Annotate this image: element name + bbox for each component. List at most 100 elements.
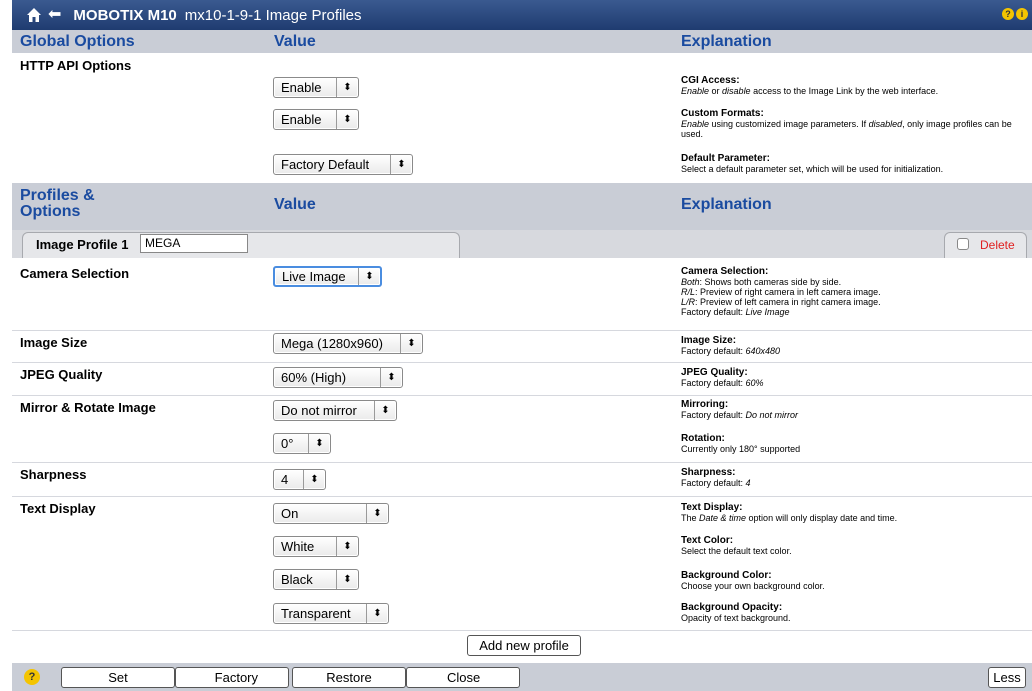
default-parameter-select[interactable]: Factory Default ⬍ [273, 154, 413, 175]
row-divider [12, 630, 1032, 631]
http-api-options-label: HTTP API Options [20, 58, 132, 73]
default-parameter-value: Factory Default [281, 157, 370, 172]
left-margin [0, 0, 12, 691]
camera-both-desc: : Shows both cameras side by side. [699, 277, 842, 287]
image-size-select[interactable]: Mega (1280x960) ⬍ [273, 333, 423, 354]
default-parameter-desc: Select a default parameter set, which wi… [681, 164, 944, 174]
image-size-value: Mega (1280x960) [281, 336, 383, 351]
cgi-access-desc: access to the Image Link by the web inte… [750, 86, 939, 96]
text-color-value: White [281, 539, 315, 554]
cgi-access-select[interactable]: Enable ⬍ [273, 77, 359, 98]
explanation-heading: Explanation [681, 33, 772, 50]
background-color-select[interactable]: Black ⬍ [273, 569, 359, 590]
custom-formats-select[interactable]: Enable ⬍ [273, 109, 359, 130]
help-icon[interactable]: ? [1002, 8, 1014, 20]
custom-formats-enable: Enable [681, 119, 710, 129]
mirroring-default-label: Factory default: [681, 410, 746, 420]
set-button[interactable]: Set [61, 667, 175, 688]
mirror-value: Do not mirror [281, 403, 357, 418]
home-icon[interactable] [26, 7, 42, 23]
background-color-value: Black [281, 572, 313, 587]
profile-tab-label: Image Profile 1 [36, 237, 129, 252]
row-divider [12, 362, 1032, 363]
mirroring-default-value: Do not mirror [745, 410, 799, 420]
updown-arrow-icon: ⬍ [390, 155, 412, 174]
restore-button[interactable]: Restore [292, 667, 406, 688]
updown-arrow-icon: ⬍ [366, 504, 388, 523]
background-opacity-explanation: Background Opacity: Opacity of text back… [681, 602, 791, 624]
delete-label: Delete [980, 238, 1015, 252]
jpeg-quality-title: JPEG Quality [681, 367, 745, 378]
updown-arrow-icon: ⬍ [366, 604, 388, 623]
background-opacity-title: Background Opacity [681, 602, 779, 613]
jpeg-quality-select[interactable]: 60% (High) ⬍ [273, 367, 403, 388]
text-display-desc-c: option will only display date and time. [746, 513, 898, 523]
global-options-header: Global Options Value Explanation [12, 30, 1032, 53]
text-display-explanation: Text Display: The Date & time option wil… [681, 502, 898, 524]
text-display-date-time: Date & time [699, 513, 747, 523]
custom-formats-value: Enable [281, 112, 322, 127]
page-title: mx10-1-9-1 Image Profiles [184, 6, 362, 24]
help-icon[interactable]: ? [24, 669, 40, 685]
image-size-explanation: Image Size: Factory default: 640x480 [681, 335, 781, 357]
default-parameter-title: Default Parameter [681, 153, 767, 164]
cgi-access-explanation: CGI Access: Enable or disable access to … [681, 75, 939, 97]
updown-arrow-icon: ⬍ [374, 401, 396, 420]
value-heading: Value [274, 33, 316, 50]
camera-rl: R/L [681, 287, 696, 297]
custom-formats-disabled: disabled [868, 119, 903, 129]
updown-arrow-icon: ⬍ [303, 470, 325, 489]
jpeg-quality-explanation: JPEG Quality: Factory default: 60% [681, 367, 764, 389]
jpeg-quality-label: JPEG Quality [20, 367, 103, 382]
row-divider [12, 330, 1032, 331]
updown-arrow-icon: ⬍ [336, 110, 358, 129]
global-options-heading: Global Options [20, 33, 135, 50]
camera-selection-explanation: Camera Selection: Both: Shows both camer… [681, 266, 881, 318]
mirror-rotate-label: Mirror & Rotate Image [20, 400, 156, 415]
camera-selection-select[interactable]: Live Image ⬍ [273, 266, 382, 287]
jpeg-quality-default-value: 60% [745, 378, 764, 388]
cgi-access-enable: Enable [681, 86, 710, 96]
rotation-select[interactable]: 0° ⬍ [273, 433, 331, 454]
back-arrow-icon[interactable]: ⬅ [48, 7, 61, 23]
row-divider [12, 395, 1032, 396]
delete-checkbox[interactable] [957, 238, 969, 250]
cgi-access-or: or [709, 86, 723, 96]
background-color-explanation: Background Color: Choose your own backgr… [681, 570, 825, 592]
image-size-default-value: 640x480 [745, 346, 781, 356]
mirror-select[interactable]: Do not mirror ⬍ [273, 400, 397, 421]
text-color-select[interactable]: White ⬍ [273, 536, 359, 557]
camera-default-label: Factory default: [681, 307, 746, 317]
title-bar: ⬅ MOBOTIX M10 mx10-1-9-1 Image Profiles … [12, 0, 1032, 30]
camera-rl-desc: : Preview of right camera in left camera… [695, 287, 881, 297]
sharpness-select[interactable]: 4 ⬍ [273, 469, 326, 490]
add-new-profile-button[interactable]: Add new profile [467, 635, 581, 656]
info-icon[interactable]: i [1016, 8, 1028, 20]
camera-both: Both [681, 277, 700, 287]
image-size-title: Image Size [681, 335, 733, 346]
rotation-desc: Currently only 180° supported [681, 444, 801, 454]
profiles-value-heading: Value [274, 196, 316, 213]
cgi-access-disable: disable [722, 86, 751, 96]
background-opacity-value: Transparent [281, 606, 351, 621]
updown-arrow-icon: ⬍ [380, 368, 402, 387]
row-divider [12, 462, 1032, 463]
profiles-explanation-heading: Explanation [681, 196, 772, 213]
less-button[interactable]: Less [988, 667, 1026, 688]
background-opacity-desc: Opacity of text background. [681, 613, 791, 623]
background-opacity-select[interactable]: Transparent ⬍ [273, 603, 389, 624]
default-parameter-explanation: Default Parameter: Select a default para… [681, 153, 944, 175]
text-color-title: Text Color [681, 535, 730, 546]
text-display-select[interactable]: On ⬍ [273, 503, 389, 524]
brand-title: MOBOTIX M10 [73, 6, 177, 24]
sharpness-label: Sharpness [20, 467, 87, 482]
camera-selection-title: Camera Selection [681, 266, 765, 277]
image-size-default-label: Factory default: [681, 346, 746, 356]
custom-formats-title: Custom Formats [681, 108, 761, 119]
cgi-access-value: Enable [281, 80, 322, 95]
close-button[interactable]: Close [406, 667, 520, 688]
sharpness-title: Sharpness [681, 467, 733, 478]
profile-name-input[interactable]: MEGA [140, 234, 248, 253]
sharpness-value: 4 [281, 472, 289, 487]
factory-button[interactable]: Factory [175, 667, 289, 688]
